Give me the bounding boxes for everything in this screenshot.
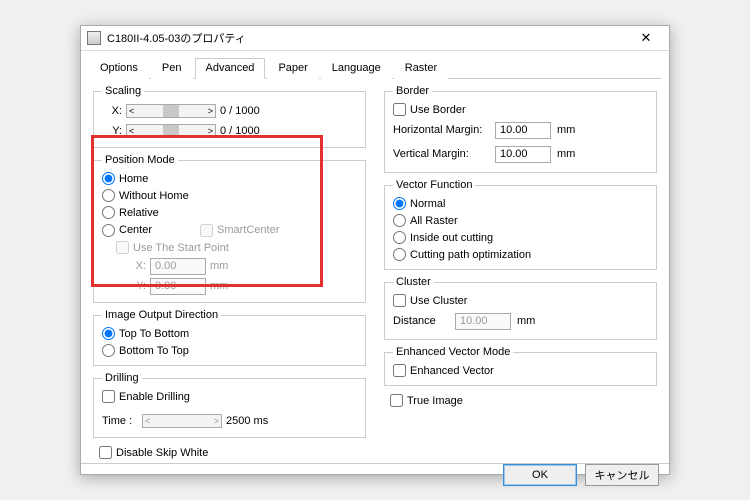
ok-button[interactable]: OK [503,464,577,486]
drilling-time-value: 2500 ms [226,415,268,427]
hmargin-label: Horizontal Margin: [393,124,489,136]
drilling-legend: Drilling [102,372,142,384]
properties-dialog: C180II-4.05-03のプロパティ ✕ Options Pen Advan… [80,25,670,475]
drilling-time-slider: < > [142,414,222,428]
border-group: Border Use Border Horizontal Margin: mm … [384,85,657,173]
radio-relative[interactable]: Relative [102,204,357,221]
position-mode-legend: Position Mode [102,154,178,166]
check-use-start-point: Use The Start Point [116,239,357,256]
vmargin-unit: mm [557,148,581,160]
hmargin-unit: mm [557,124,581,136]
check-disable-skip-white[interactable]: Disable Skip White [99,444,366,461]
chevron-right-icon[interactable]: > [208,127,213,136]
pos-x-label: X: [126,260,146,272]
chevron-left-icon[interactable]: < [129,127,134,136]
tab-options[interactable]: Options [89,58,149,79]
close-icon[interactable]: ✕ [629,26,663,50]
scaling-x-slider[interactable]: < > [126,104,216,118]
pos-y-input [150,278,206,295]
scaling-x-label: X: [102,105,122,117]
radio-cutting-path-optimization[interactable]: Cutting path optimization [393,246,648,263]
cancel-button[interactable]: キャンセル [585,464,659,486]
scaling-y-slider[interactable]: < > [126,124,216,138]
cluster-group: Cluster Use Cluster Distance mm [384,276,657,340]
tab-paper[interactable]: Paper [267,58,318,79]
chevron-left-icon[interactable]: < [129,107,134,116]
pos-y-label: Y: [126,280,146,292]
chevron-left-icon: < [145,417,150,426]
radio-without-home[interactable]: Without Home [102,187,357,204]
right-column: Border Use Border Horizontal Margin: mm … [384,83,657,463]
pos-x-unit: mm [210,260,234,272]
tab-raster[interactable]: Raster [394,58,448,79]
check-enable-drilling[interactable]: Enable Drilling [102,388,357,405]
titlebar: C180II-4.05-03のプロパティ ✕ [81,26,669,51]
tab-language[interactable]: Language [321,58,392,79]
vmargin-input[interactable] [495,146,551,163]
radio-all-raster[interactable]: All Raster [393,212,648,229]
scaling-y-value: 0 / 1000 [220,125,268,137]
check-true-image[interactable]: True Image [390,392,657,409]
window-title: C180II-4.05-03のプロパティ [107,30,629,46]
drilling-group: Drilling Enable Drilling Time : < > 2500… [93,372,366,438]
enhanced-vector-mode-group: Enhanced Vector Mode Enhanced Vector [384,346,657,386]
border-legend: Border [393,85,432,97]
chevron-right-icon[interactable]: > [208,107,213,116]
cluster-distance-label: Distance [393,315,449,327]
check-use-border[interactable]: Use Border [393,101,648,118]
radio-inside-out-cutting[interactable]: Inside out cutting [393,229,648,246]
tab-strip: Options Pen Advanced Paper Language Rast… [89,57,661,79]
vector-legend: Vector Function [393,179,475,191]
radio-bottom-to-top[interactable]: Bottom To Top [102,342,357,359]
hmargin-input[interactable] [495,122,551,139]
check-use-cluster[interactable]: Use Cluster [393,292,648,309]
radio-home[interactable]: Home [102,170,357,187]
image-output-direction-group: Image Output Direction Top To Bottom Bot… [93,309,366,366]
scaling-y-label: Y: [102,125,122,137]
vector-function-group: Vector Function Normal All Raster Inside… [384,179,657,270]
tab-advanced[interactable]: Advanced [195,58,266,79]
radio-top-to-bottom[interactable]: Top To Bottom [102,325,357,342]
cluster-legend: Cluster [393,276,434,288]
dialog-footer: OK キャンセル [81,463,669,486]
imgdir-legend: Image Output Direction [102,309,221,321]
app-icon [87,31,101,45]
evm-legend: Enhanced Vector Mode [393,346,513,358]
slider-thumb[interactable] [163,105,179,117]
vmargin-label: Vertical Margin: [393,148,489,160]
scaling-x-value: 0 / 1000 [220,105,268,117]
position-mode-group: Position Mode Home Without Home Relative… [93,154,366,303]
cluster-distance-unit: mm [517,315,541,327]
pos-y-unit: mm [210,280,234,292]
pos-x-input [150,258,206,275]
cluster-distance-input [455,313,511,330]
scaling-group: Scaling X: < > 0 / 1000 Y: < > [93,85,366,148]
slider-thumb[interactable] [163,125,179,137]
tab-pen[interactable]: Pen [151,58,193,79]
check-smartcenter: SmartCenter [200,222,279,239]
radio-center[interactable]: Center [102,222,152,239]
tab-content: Scaling X: < > 0 / 1000 Y: < > [81,79,669,463]
check-enhanced-vector[interactable]: Enhanced Vector [393,362,648,379]
chevron-right-icon: > [214,417,219,426]
left-column: Scaling X: < > 0 / 1000 Y: < > [93,83,366,463]
scaling-legend: Scaling [102,85,144,97]
drilling-time-label: Time : [102,415,138,427]
radio-normal[interactable]: Normal [393,195,648,212]
